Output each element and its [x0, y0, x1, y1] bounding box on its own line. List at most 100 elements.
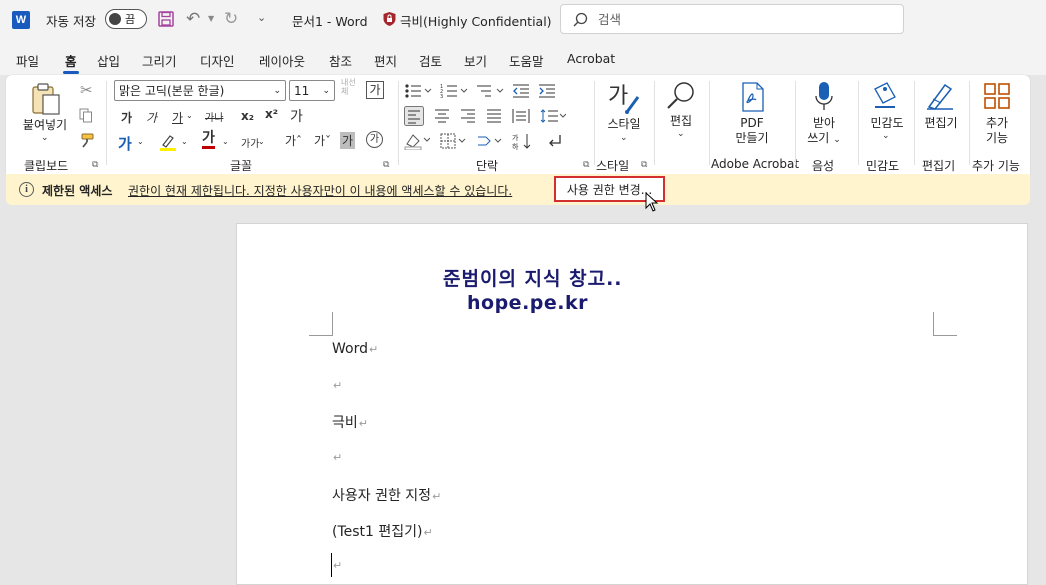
dictate-label-1[interactable]: 받아: [801, 116, 847, 131]
decrease-indent-icon[interactable]: [512, 83, 530, 99]
paragraph[interactable]: ↵: [332, 557, 342, 573]
italic-button[interactable]: 가: [146, 109, 157, 126]
undo-dropdown-icon[interactable]: ▼: [208, 14, 214, 23]
tab-review[interactable]: 검토: [419, 51, 442, 70]
chevron-down-icon[interactable]: ⌄: [222, 137, 229, 146]
change-case-button[interactable]: 가가: [241, 135, 259, 150]
tab-layout[interactable]: 레이아웃: [259, 51, 305, 70]
sensitivity-label[interactable]: 극비(Highly Confidential): [400, 11, 552, 30]
tab-view[interactable]: 보기: [464, 51, 487, 70]
align-right-icon[interactable]: [460, 108, 476, 124]
chevron-down-icon[interactable]: ⌄: [186, 111, 193, 120]
tab-file[interactable]: 파일: [16, 51, 39, 70]
paragraph[interactable]: (Test1 편집기)↵: [332, 521, 433, 541]
autosave-toggle[interactable]: 끔: [105, 9, 147, 29]
character-shading-button[interactable]: 가: [340, 132, 356, 149]
font-name-select[interactable]: 맑은 고딕(본문 한글) ⌄: [114, 80, 286, 101]
search-input[interactable]: [598, 11, 878, 27]
editing-label[interactable]: 편집: [661, 114, 701, 129]
chevron-down-icon[interactable]: ⌄: [677, 129, 685, 139]
shading-icon[interactable]: [404, 132, 430, 150]
underline-button[interactable]: 가: [172, 109, 183, 126]
distributed-icon[interactable]: [512, 108, 530, 124]
increase-indent-icon[interactable]: [538, 83, 556, 99]
subscript-button[interactable]: x₂: [241, 109, 254, 123]
dictate-label-2[interactable]: 쓰기 ⌄: [801, 131, 847, 148]
sort-icon[interactable]: 가하: [512, 132, 536, 150]
editing-search-icon[interactable]: [664, 79, 698, 113]
highlight-icon[interactable]: [158, 132, 178, 152]
tab-home[interactable]: 홈: [63, 51, 78, 74]
addins-label-1[interactable]: 추가: [974, 116, 1020, 131]
text-effects-button[interactable]: 가: [118, 133, 132, 154]
undo-icon[interactable]: ↶: [186, 9, 200, 29]
clear-formatting-button[interactable]: 가: [290, 106, 303, 126]
multilevel-list-icon[interactable]: [476, 83, 504, 99]
paragraph[interactable]: 극비↵: [332, 412, 368, 432]
superscript-button[interactable]: x²: [265, 107, 278, 121]
document-page[interactable]: 준범이의 지식 창고.. hope.pe.kr Word↵ ↵ 극비↵ ↵ 사용…: [236, 223, 1028, 585]
create-pdf-icon[interactable]: [738, 81, 768, 113]
asian-layout-icon[interactable]: [476, 133, 502, 149]
message-link[interactable]: 권한이 현재 제한됩니다. 지정한 사용자만이 이 내용에 액세스할 수 있습니…: [128, 182, 512, 199]
copy-icon[interactable]: [78, 107, 94, 123]
paste-label[interactable]: 붙여넣기: [20, 118, 70, 133]
chevron-down-icon[interactable]: ⌄: [181, 137, 188, 146]
chevron-down-icon[interactable]: ⌄: [137, 137, 144, 146]
addins-grid-icon[interactable]: [982, 81, 1012, 111]
clipboard-dialog-icon[interactable]: ⧉: [92, 160, 98, 170]
paste-dropdown-icon[interactable]: ⌄: [41, 133, 49, 143]
tab-references[interactable]: 참조: [329, 51, 352, 70]
search-box[interactable]: [560, 4, 904, 34]
redo-icon[interactable]: ↻: [224, 9, 238, 29]
paragraph[interactable]: 사용자 권한 지정↵: [332, 485, 441, 505]
editor-pen-icon[interactable]: [924, 80, 956, 112]
tab-acrobat[interactable]: Acrobat: [567, 51, 615, 66]
tab-insert[interactable]: 삽입: [97, 51, 120, 70]
sensitivity-tag-icon[interactable]: [870, 80, 900, 112]
paragraph[interactable]: Word↵: [332, 341, 378, 357]
customize-qat-icon[interactable]: ⌄: [257, 11, 266, 24]
align-left-icon[interactable]: [404, 106, 424, 126]
paragraph-dialog-icon[interactable]: ⧉: [583, 160, 589, 170]
addins-label-2[interactable]: 기능: [974, 131, 1020, 146]
save-icon[interactable]: [157, 10, 175, 28]
shrink-font-button[interactable]: 가ˇ: [314, 132, 331, 149]
phonetic-guide-button[interactable]: 가: [366, 81, 384, 99]
styles-gallery-icon[interactable]: 가: [606, 79, 642, 115]
numbering-icon[interactable]: 123: [440, 83, 468, 99]
strikethrough-button[interactable]: 가나: [205, 109, 223, 124]
sensitivity-button-label[interactable]: 민감도: [861, 116, 913, 131]
cut-icon[interactable]: ✂: [80, 81, 93, 99]
editor-button-label[interactable]: 편집기: [918, 116, 964, 131]
bold-button[interactable]: 가: [121, 109, 132, 126]
microphone-icon[interactable]: [812, 80, 836, 114]
font-dialog-icon[interactable]: ⧉: [383, 160, 389, 170]
tab-draw[interactable]: 그리기: [142, 51, 177, 70]
bullets-icon[interactable]: [404, 83, 432, 99]
line-spacing-icon[interactable]: [540, 108, 566, 124]
create-pdf-label-2[interactable]: 만들기: [724, 131, 780, 146]
align-center-icon[interactable]: [434, 108, 450, 124]
grow-font-button[interactable]: 가ˆ: [285, 132, 302, 149]
show-marks-icon[interactable]: [546, 133, 562, 149]
justify-icon[interactable]: [486, 108, 502, 124]
enclose-characters-button[interactable]: 가: [366, 131, 383, 148]
tab-help[interactable]: 도움말: [509, 51, 544, 70]
styles-dialog-icon[interactable]: ⧉: [641, 160, 647, 170]
paragraph[interactable]: ↵: [332, 377, 342, 393]
font-color-button[interactable]: 가: [202, 131, 215, 149]
paste-icon[interactable]: [28, 81, 64, 117]
tab-design[interactable]: 디자인: [200, 51, 235, 70]
chevron-down-icon[interactable]: ⌄: [258, 137, 265, 146]
format-painter-icon[interactable]: [78, 132, 96, 150]
chevron-down-icon[interactable]: ⌄: [882, 131, 890, 141]
chevron-down-icon[interactable]: ⌄: [620, 133, 628, 143]
document-title[interactable]: 문서1 - Word: [292, 11, 368, 30]
ime-button[interactable]: 내선 체: [341, 78, 356, 96]
styles-label[interactable]: 스타일: [602, 117, 646, 132]
borders-icon[interactable]: [440, 133, 466, 149]
create-pdf-label-1[interactable]: PDF: [724, 116, 780, 131]
font-size-select[interactable]: 11 ⌄: [289, 80, 335, 101]
paragraph[interactable]: ↵: [332, 449, 342, 465]
